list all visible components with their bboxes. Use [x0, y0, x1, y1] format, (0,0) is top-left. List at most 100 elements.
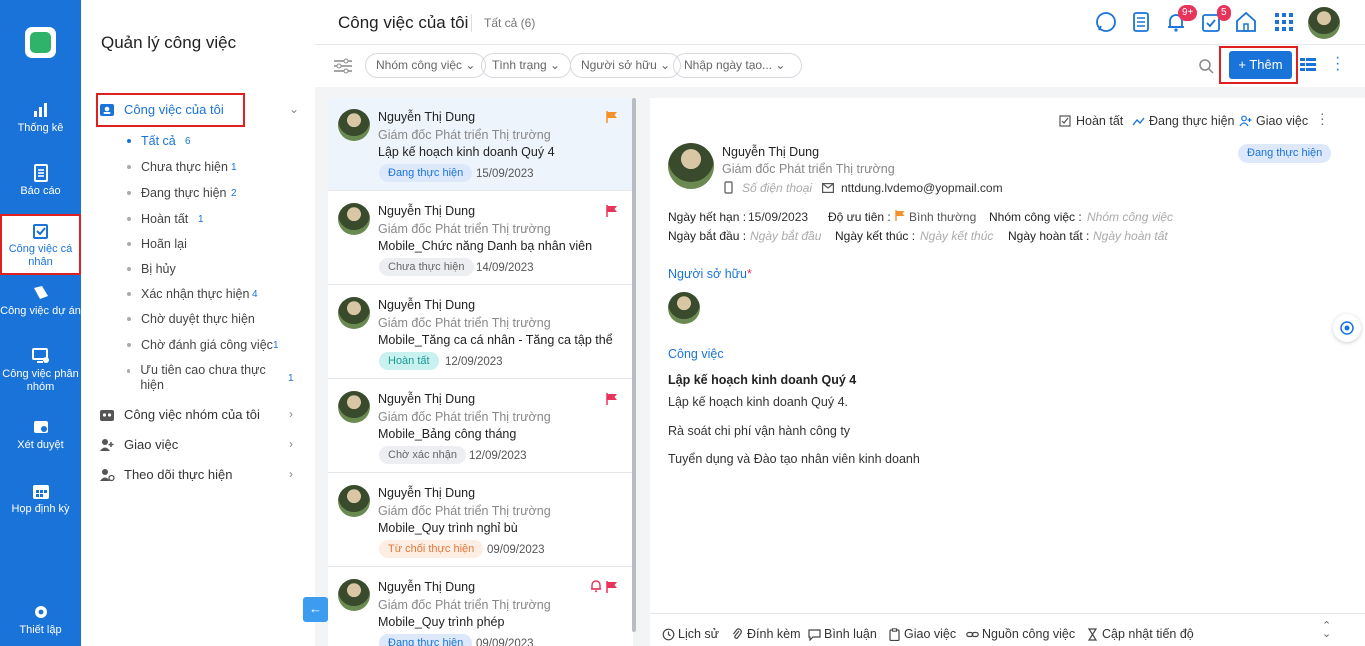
rail-item-approval[interactable]: Xét duyệt — [0, 418, 81, 452]
chevron-right-icon[interactable]: › — [289, 437, 293, 451]
status-badge: Đang thực hiện — [379, 634, 473, 646]
app-logo[interactable] — [25, 27, 56, 58]
tab-history[interactable]: Lịch sử — [662, 627, 719, 641]
task-card[interactable]: Nguyễn Thị Dung Giám đốc Phát triển Thị … — [328, 474, 633, 567]
filter-settings-icon[interactable] — [333, 57, 353, 75]
sub-item-not-started[interactable]: Chưa thực hiện — [127, 160, 228, 174]
count-pending-review: 1 — [273, 340, 279, 351]
rail-item-statistics[interactable]: Thống kê — [0, 101, 81, 135]
ai-assistant-button[interactable] — [1333, 314, 1361, 342]
assign-user-icon — [100, 438, 114, 451]
list-view-icon[interactable] — [1300, 57, 1316, 73]
more-vertical-icon[interactable]: · · · — [1320, 106, 1325, 130]
task-date: 12/09/2023 — [469, 450, 527, 462]
group-placeholder: Nhóm công việc — [1087, 210, 1174, 224]
rail-item-project-work[interactable]: Công việc dự án — [0, 284, 81, 318]
rail-item-group-work[interactable]: Công việc phân nhóm — [0, 347, 81, 394]
status-badge: Chờ xác nhận — [379, 446, 466, 464]
project-icon — [33, 286, 48, 299]
chevron-right-icon[interactable]: › — [289, 407, 293, 421]
arrow-left-icon: ← — [309, 601, 322, 616]
search-icon[interactable] — [1198, 58, 1214, 74]
add-task-button[interactable]: + Thêm — [1229, 51, 1292, 79]
add-user-icon — [1239, 115, 1252, 127]
filter-owner-dropdown[interactable]: Người sở hữu ⌄ — [570, 53, 682, 78]
sub-item-confirm[interactable]: Xác nhận thực hiện — [127, 287, 249, 301]
mark-in-progress-button[interactable]: Đang thực hiện — [1132, 114, 1235, 128]
work-line: Rà soát chi phí vận hành công ty — [668, 424, 851, 438]
page-title: Công việc của tôi — [338, 13, 469, 32]
owner-avatar[interactable] — [668, 292, 700, 324]
sidebar-section-group-work[interactable]: Công việc nhóm của tôi — [99, 407, 260, 422]
flag-icon — [606, 205, 617, 217]
tab-progress-update[interactable]: Cập nhật tiến độ — [1086, 627, 1194, 641]
rail-item-settings[interactable]: Thiết lập — [0, 603, 81, 637]
avatar — [338, 579, 370, 611]
rail-item-personal-work[interactable]: Công việc cá nhân — [0, 214, 81, 275]
count-done: 1 — [198, 214, 204, 225]
sidebar-section-my-work[interactable]: Công việc của tôi — [99, 102, 224, 117]
sub-item-high-priority[interactable]: Ưu tiên cao chưa thực hiện — [127, 363, 267, 393]
phone-icon — [724, 181, 733, 194]
tab-source[interactable]: Nguồn công việc — [966, 627, 1075, 641]
sub-item-postponed[interactable]: Hoãn lại — [127, 237, 187, 251]
flag-icon — [606, 393, 617, 405]
trend-icon — [1132, 117, 1145, 126]
expand-toggle-icon[interactable]: ⌃ ⌄ — [1322, 621, 1331, 640]
avatar — [338, 391, 370, 423]
rail-item-meetings[interactable]: Họp định kỳ — [0, 482, 81, 516]
owner-section-label: Người sở hữu* — [668, 267, 752, 281]
user-avatar[interactable] — [1308, 7, 1340, 39]
filter-date-input[interactable]: Nhập ngày tạo... ⌄ — [673, 53, 802, 78]
tab-attachments[interactable]: Đính kèm — [731, 627, 801, 641]
task-card[interactable]: Nguyễn Thị Dung Giám đốc Phát triển Thị … — [328, 380, 633, 473]
priority-value: Bình thường — [909, 210, 977, 224]
sidebar-section-follow[interactable]: Theo dõi thực hiện — [99, 467, 232, 482]
task-card[interactable]: Nguyễn Thị Dung Giám đốc Phát triển Thị … — [328, 568, 633, 646]
done-date-placeholder: Ngày hoàn tất — [1093, 229, 1168, 243]
apps-grid-icon[interactable] — [1272, 10, 1296, 34]
filter-bar: Nhóm công việc ⌄ Tình trạng ⌄ Người sở h… — [315, 45, 1365, 87]
task-date: 09/09/2023 — [487, 544, 545, 556]
chevron-right-icon[interactable]: › — [289, 467, 293, 481]
tab-assign[interactable]: Giao việc — [888, 627, 956, 641]
filter-status-dropdown[interactable]: Tình trạng ⌄ — [481, 53, 572, 78]
flag-icon — [606, 581, 617, 593]
home-icon[interactable] — [1234, 10, 1258, 34]
more-menu-icon[interactable]: · · · — [1335, 50, 1340, 78]
chevron-down-icon[interactable]: ⌄ — [289, 102, 299, 116]
sub-item-done[interactable]: Hoàn tất — [127, 212, 188, 226]
list-scrollbar[interactable] — [632, 98, 636, 632]
link-icon — [966, 631, 979, 637]
task-date: 15/09/2023 — [476, 168, 534, 180]
tab-comments[interactable]: Bình luận — [808, 627, 877, 641]
comment-icon — [808, 628, 821, 641]
task-detail-panel: Hoàn tất Đang thực hiện Giao việc · · · Ng… — [650, 98, 1365, 646]
sidebar-section-assign[interactable]: Giao việc — [99, 437, 178, 452]
mark-complete-button[interactable]: Hoàn tất — [1059, 114, 1123, 128]
sub-item-pending-review[interactable]: Chờ đánh giá công việc — [127, 338, 273, 352]
hourglass-icon — [1087, 627, 1098, 641]
filter-group-dropdown[interactable]: Nhóm công việc ⌄ — [365, 53, 487, 78]
owner-avatar-large — [668, 143, 714, 189]
rail-item-reports[interactable]: Báo cáo — [0, 164, 81, 198]
detail-bottom-bar: Lịch sử Đính kèm Bình luận Giao việc Ngu… — [650, 613, 1365, 646]
assign-task-button[interactable]: Giao việc — [1239, 114, 1308, 128]
detail-owner-role: Giám đốc Phát triển Thị trường — [722, 162, 895, 176]
task-card[interactable]: Nguyễn Thị Dung Giám đốc Phát triển Thị … — [328, 98, 633, 191]
bell-icon — [591, 580, 601, 593]
status-badge: Hoàn tất — [379, 352, 439, 370]
status-badge: Từ chối thực hiện — [379, 540, 484, 558]
document-list-icon[interactable] — [1129, 10, 1153, 34]
sub-item-in-progress[interactable]: Đang thực hiện — [127, 186, 227, 200]
collapse-sidebar-button[interactable]: ← — [303, 597, 328, 622]
task-card[interactable]: Nguyễn Thị Dung Giám đốc Phát triển Thị … — [328, 192, 633, 285]
sub-item-cancelled[interactable]: Bị hủy — [127, 262, 176, 276]
task-card[interactable]: Nguyễn Thị Dung Giám đốc Phát triển Thị … — [328, 286, 633, 379]
chat-icon[interactable] — [1094, 10, 1118, 34]
sub-item-pending-approval[interactable]: Chờ duyệt thực hiện — [127, 312, 255, 326]
notification-badge: 9+ — [1178, 5, 1198, 21]
sub-item-all[interactable]: Tất cả — [127, 134, 176, 148]
top-header: Công việc của tôi Tất cả (6) 9+ 5 — [315, 0, 1365, 45]
work-section-label: Công việc — [668, 347, 724, 361]
